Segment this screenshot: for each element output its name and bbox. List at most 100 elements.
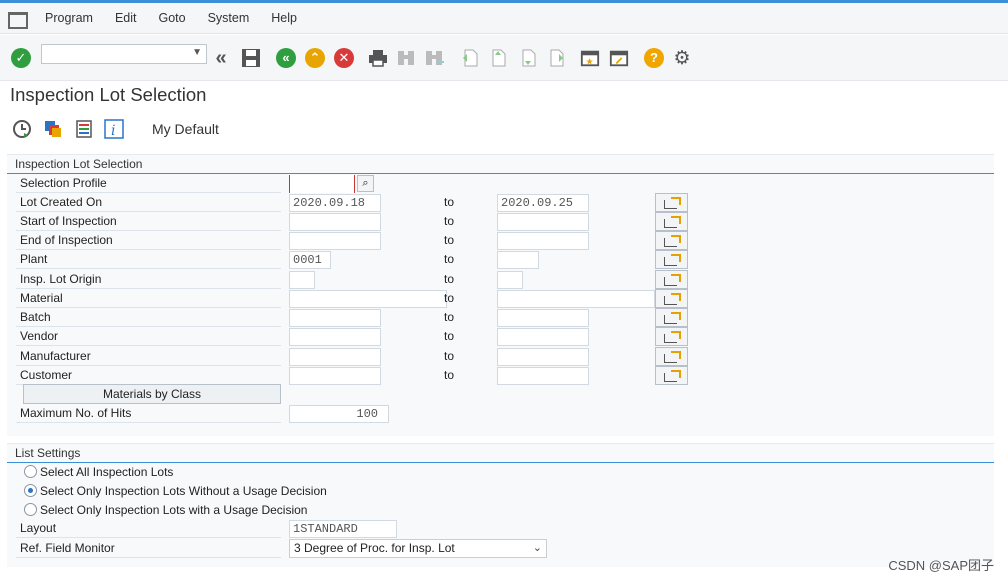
settings-gear-icon[interactable]: ⚙ (672, 48, 692, 69)
batch-from[interactable] (289, 309, 381, 327)
lot-created-on-label: Lot Created On (16, 193, 281, 212)
radio-all-lots[interactable]: Select All Inspection Lots (24, 462, 173, 481)
manufacturer-from[interactable] (289, 348, 381, 366)
execute-clock-icon[interactable] (12, 119, 32, 142)
find-icon[interactable] (396, 48, 416, 68)
standard-toolbar: ✓ ▼ « « ⌃ ✕ ★ ? ⚙ (0, 35, 1008, 81)
batch-to[interactable] (497, 309, 589, 327)
vendor-to[interactable] (497, 328, 589, 346)
multiple-selection-button[interactable] (655, 347, 688, 366)
customer-label: Customer (16, 366, 281, 385)
start-of-inspection-to[interactable] (497, 213, 589, 231)
ref-field-monitor-label: Ref. Field Monitor (16, 539, 281, 558)
previous-page-icon[interactable] (488, 48, 508, 68)
to-label: to (444, 233, 455, 247)
last-page-icon[interactable] (546, 48, 566, 68)
row-material: Material to (16, 289, 688, 308)
row-selection-profile: Selection Profile ⌕ (16, 174, 686, 193)
max-hits-input[interactable]: 100 (289, 405, 389, 423)
selection-profile-input[interactable] (289, 175, 355, 193)
generate-shortcut-icon[interactable] (609, 48, 629, 68)
materials-by-class-button[interactable]: Materials by Class (23, 384, 281, 404)
start-of-inspection-label: Start of Inspection (16, 212, 281, 231)
menu-program[interactable]: Program (34, 3, 104, 34)
to-label: to (444, 368, 455, 382)
cancel-icon[interactable]: ✕ (334, 48, 354, 68)
multiple-selection-button[interactable] (655, 327, 688, 346)
menu-help[interactable]: Help (260, 3, 308, 34)
lot-created-on-to[interactable]: 2020.09.25 (497, 194, 589, 212)
multiple-selection-button[interactable] (655, 308, 688, 327)
menu-system[interactable]: System (197, 3, 261, 34)
lot-created-on-from[interactable]: 2020.09.18 (289, 194, 381, 212)
insp-lot-origin-from[interactable] (289, 271, 315, 289)
vendor-from[interactable] (289, 328, 381, 346)
back-icon[interactable]: « (276, 48, 296, 68)
save-icon[interactable] (241, 48, 261, 68)
to-label: to (444, 252, 455, 266)
to-label: to (444, 349, 455, 363)
first-page-icon[interactable] (460, 48, 480, 68)
enter-check-icon[interactable]: ✓ (11, 48, 31, 68)
vendor-label: Vendor (16, 327, 281, 346)
chevron-down-icon[interactable]: ⌄ (533, 540, 542, 557)
radio-without-usage-decision[interactable]: Select Only Inspection Lots Without a Us… (24, 481, 327, 500)
insp-lot-origin-to[interactable] (497, 271, 523, 289)
batch-label: Batch (16, 308, 281, 327)
row-plant: Plant 0001 to (16, 250, 688, 269)
customer-to[interactable] (497, 367, 589, 385)
menu-icon[interactable] (8, 12, 28, 29)
command-field[interactable]: ▼ (41, 44, 207, 64)
multiple-selection-button[interactable] (655, 231, 688, 250)
menu-bar: Program Edit Goto System Help (0, 3, 1008, 34)
radio-button[interactable] (24, 503, 37, 516)
search-help-icon[interactable]: ⌕ (357, 175, 374, 192)
multiple-selection-button[interactable] (655, 366, 688, 385)
group-title-list-settings: List Settings (15, 446, 81, 460)
material-to[interactable] (497, 290, 655, 308)
row-insp-lot-origin: Insp. Lot Origin to (16, 270, 688, 289)
radio-button[interactable] (24, 465, 37, 478)
multiple-selection-button[interactable] (655, 193, 688, 212)
radio-button-selected[interactable] (24, 484, 37, 497)
to-label: to (444, 195, 455, 209)
multiple-selection-button[interactable] (655, 289, 688, 308)
find-next-icon[interactable] (424, 48, 444, 68)
layout-input[interactable]: 1STANDARD (289, 520, 397, 538)
row-start-of-inspection: Start of Inspection to (16, 212, 688, 231)
row-end-of-inspection: End of Inspection to (16, 231, 688, 250)
manufacturer-to[interactable] (497, 348, 589, 366)
collapse-double-left-icon[interactable]: « (211, 47, 231, 69)
create-session-icon[interactable]: ★ (580, 48, 600, 68)
end-of-inspection-to[interactable] (497, 232, 589, 250)
to-label: to (444, 214, 455, 228)
radio-with-usage-decision[interactable]: Select Only Inspection Lots with a Usage… (24, 500, 307, 519)
to-label: to (444, 291, 455, 305)
variant-my-default[interactable]: My Default (152, 121, 219, 137)
get-variant-icon[interactable] (43, 119, 63, 142)
exit-icon[interactable]: ⌃ (305, 48, 325, 68)
page-title: Inspection Lot Selection (10, 84, 207, 105)
next-page-icon[interactable] (518, 48, 538, 68)
menu-edit[interactable]: Edit (104, 3, 148, 34)
end-of-inspection-from[interactable] (289, 232, 381, 250)
row-batch: Batch to (16, 308, 688, 327)
help-icon[interactable]: ? (644, 48, 664, 68)
multiple-selection-button[interactable] (655, 212, 688, 231)
ref-field-monitor-select[interactable]: 3 Degree of Proc. for Insp. Lot ⌄ (289, 539, 547, 558)
plant-from[interactable]: 0001 (289, 251, 331, 269)
multiple-selection-button[interactable] (655, 270, 688, 289)
multiple-selection-button[interactable] (655, 250, 688, 269)
menu-goto[interactable]: Goto (147, 3, 196, 34)
info-icon[interactable]: i (104, 119, 124, 142)
chevron-down-icon[interactable]: ▼ (192, 47, 202, 58)
customer-from[interactable] (289, 367, 381, 385)
row-manufacturer: Manufacturer to (16, 347, 688, 366)
plant-to[interactable] (497, 251, 539, 269)
row-vendor: Vendor to (16, 327, 688, 346)
start-of-inspection-from[interactable] (289, 213, 381, 231)
selection-options-icon[interactable] (75, 119, 93, 142)
selection-profile-label: Selection Profile (16, 174, 281, 193)
print-icon[interactable] (368, 48, 388, 68)
material-from[interactable] (289, 290, 447, 308)
